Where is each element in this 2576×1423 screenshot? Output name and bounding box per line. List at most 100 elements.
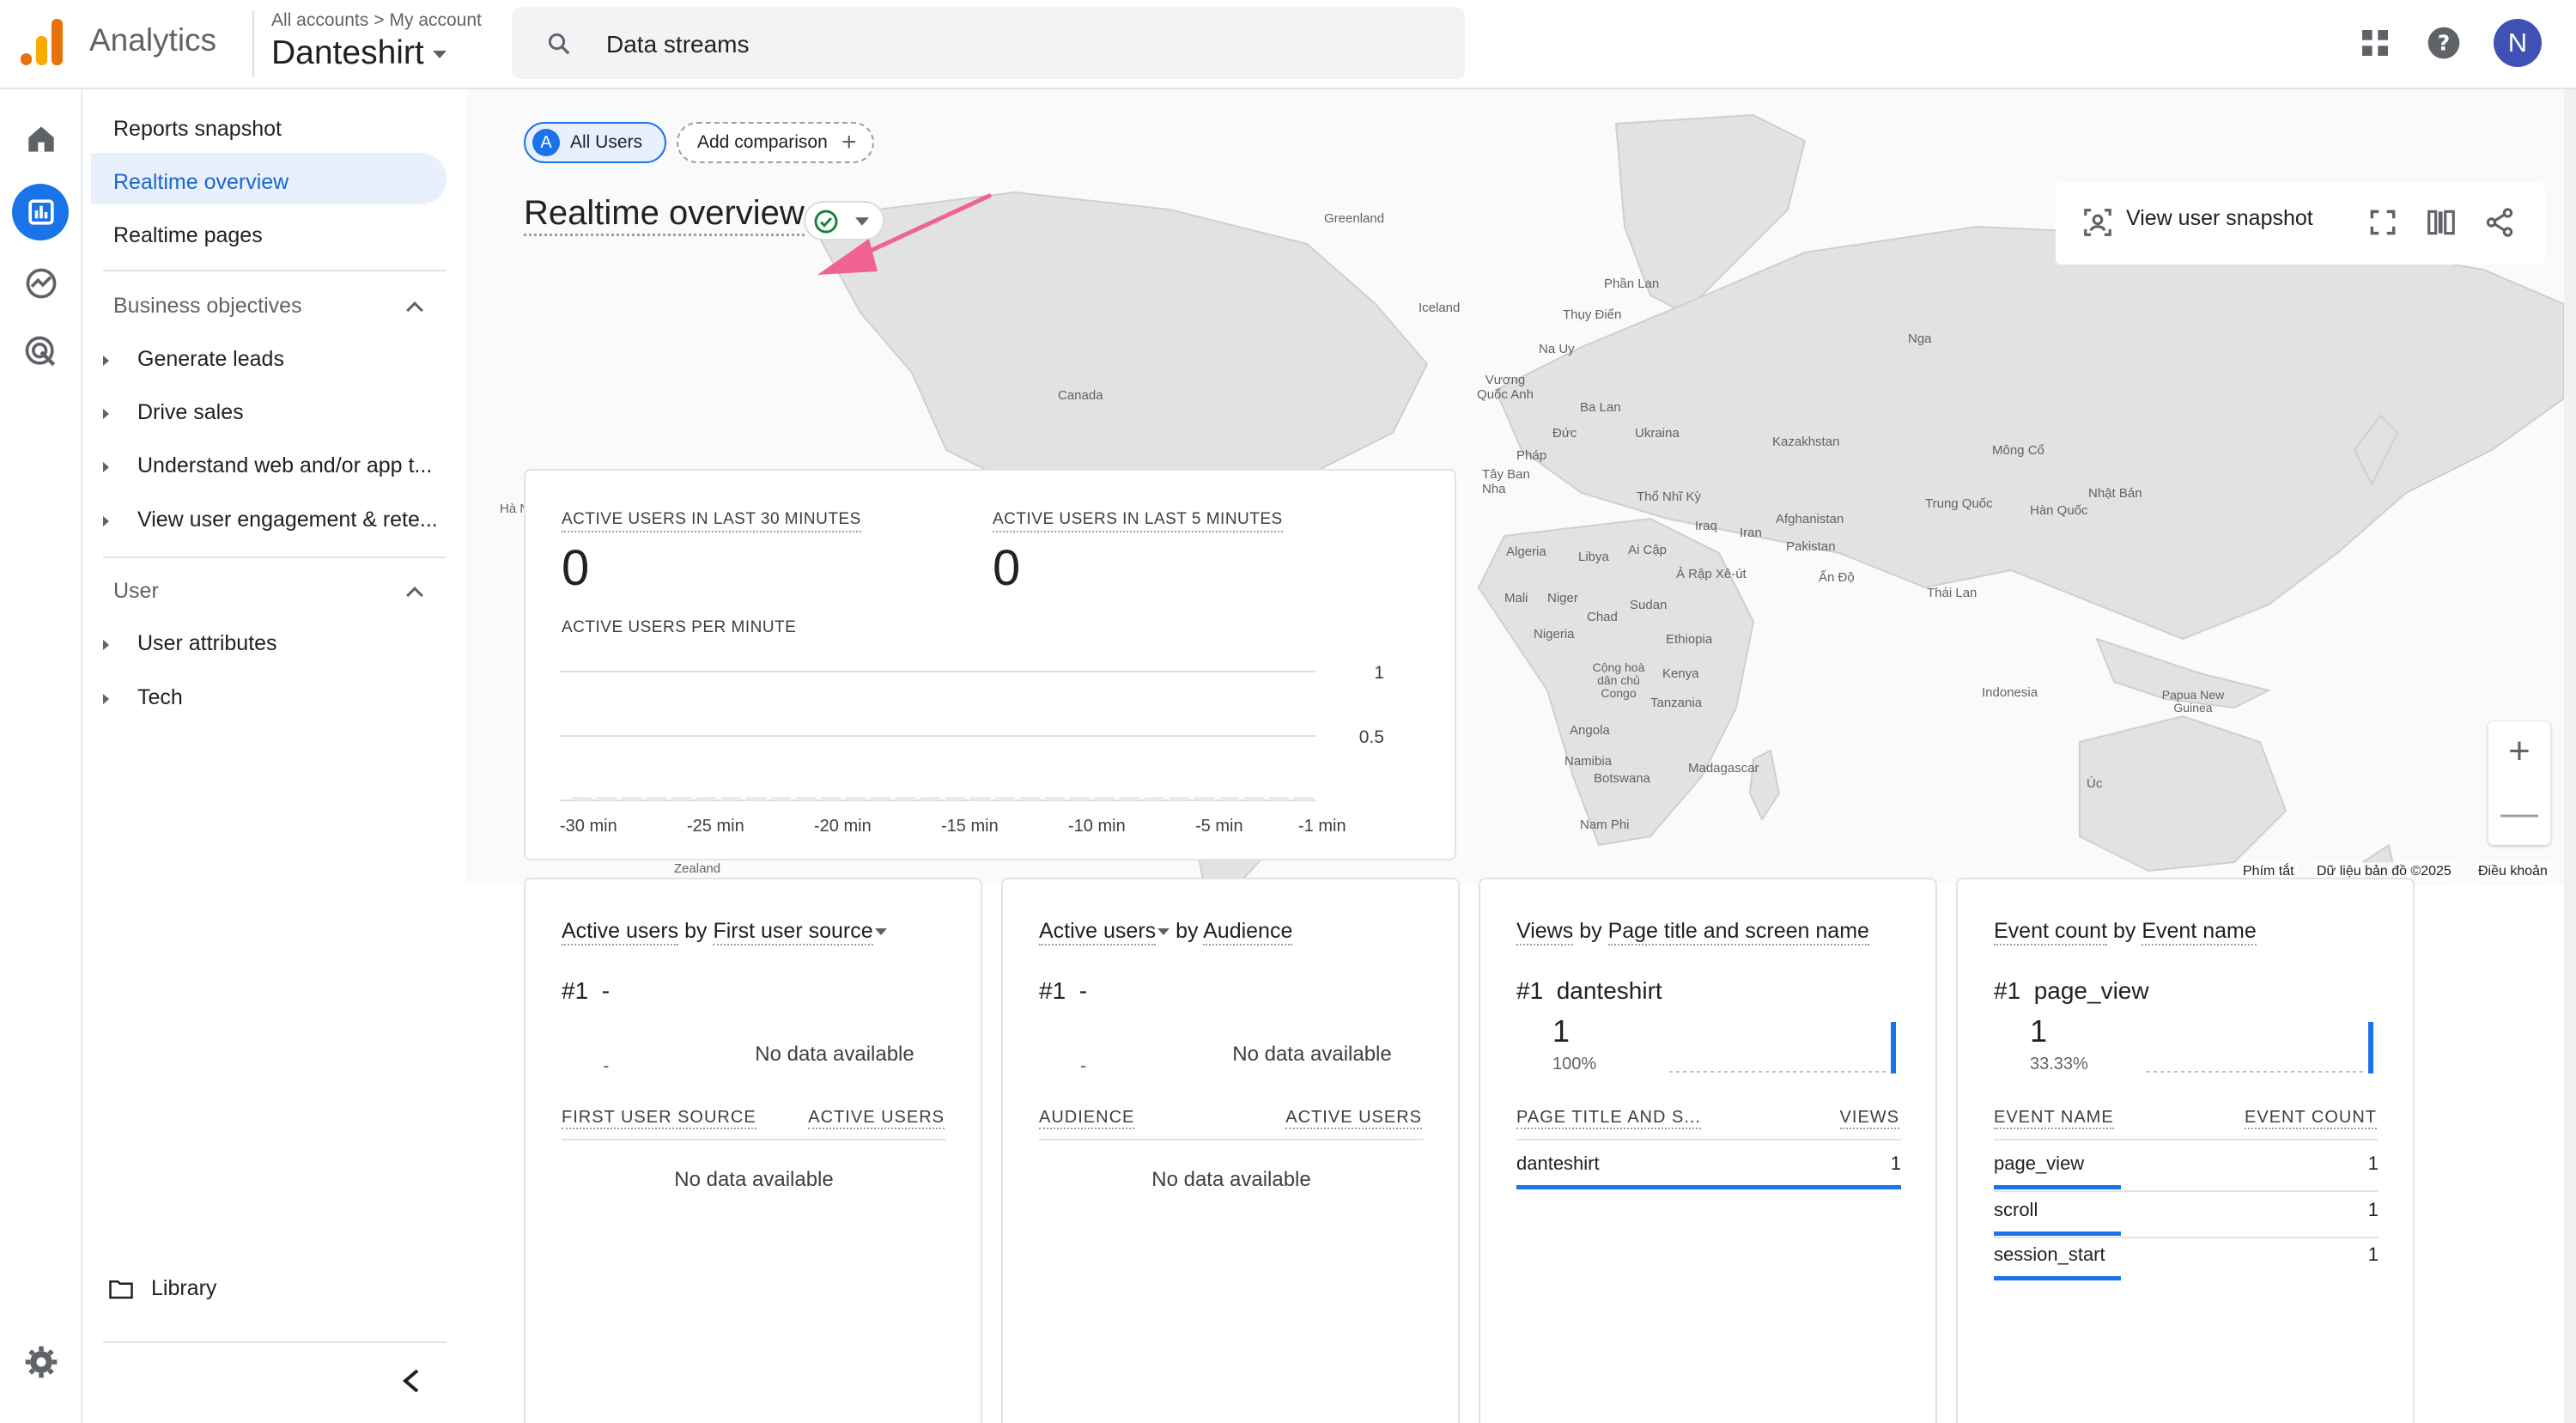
analytics-logo-icon[interactable] [21,19,64,67]
expand-arrow-icon[interactable] [103,356,109,366]
chevron-up-icon[interactable] [406,587,423,604]
map-terms-link[interactable]: Điều khoản [2475,862,2551,881]
side-nav: Reports snapshot Realtime overview Realt… [82,89,465,1423]
avatar[interactable]: N [2494,19,2542,67]
column-header[interactable]: ACTIVE USERS [1285,1108,1422,1129]
user-snapshot-icon[interactable] [2081,206,2114,239]
chart-bar [821,797,841,800]
annotation-arrow-icon [817,193,992,275]
all-users-chip[interactable]: A All Users [524,122,666,163]
compare-columns-icon[interactable] [2425,206,2458,239]
nav-library[interactable]: Library [151,1276,216,1301]
card-metric[interactable]: Active users [1039,919,1157,946]
advertising-icon[interactable] [22,333,60,371]
expand-arrow-icon[interactable] [103,640,109,650]
metric-label-5min[interactable]: ACTIVE USERS IN LAST 5 MINUTES [993,510,1283,532]
card-metric[interactable]: Active users [562,919,679,946]
breadcrumb-my-account[interactable]: My account [390,10,482,30]
settings-gear-icon[interactable] [22,1343,60,1381]
search-icon [548,33,570,55]
nav-view-user-engagement[interactable]: View user engagement & rete... [137,508,447,532]
breadcrumb-all-accounts[interactable]: All accounts [271,10,368,30]
table-row-name[interactable]: page_view [1994,1152,2084,1175]
column-header[interactable]: PAGE TITLE AND S... [1516,1108,1701,1129]
search-input[interactable]: Data streams [606,31,750,58]
table-row-name[interactable]: scroll [1994,1199,2038,1221]
card-by: by [1579,919,1602,943]
chevron-up-icon[interactable] [406,301,423,319]
chart-bar [1294,797,1314,800]
share-icon[interactable] [2483,206,2516,239]
card-metric[interactable]: Views [1516,919,1574,946]
fullscreen-icon[interactable] [2366,206,2399,239]
section-business-objectives[interactable]: Business objectives [113,294,302,319]
card-dimension[interactable]: Page title and screen name [1607,919,1869,946]
card-dimension[interactable]: Event name [2142,919,2257,946]
x-tick-label: -5 min [1195,817,1243,836]
column-header[interactable]: EVENT COUNT [2245,1108,2377,1129]
account-selector[interactable]: Danteshirt [271,34,447,72]
nav-realtime-overview[interactable]: Realtime overview [113,170,289,195]
x-tick-label: -20 min [814,817,872,836]
page-scrollbar[interactable] [2564,89,2576,1423]
apps-grid-icon[interactable] [2358,26,2392,60]
dropdown-arrow-icon[interactable] [874,928,887,936]
nav-generate-leads[interactable]: Generate leads [137,347,447,372]
expand-arrow-icon[interactable] [103,694,109,704]
map-label: Ả Rập Xê-út [1676,567,1747,581]
column-header[interactable]: ACTIVE USERS [808,1108,945,1129]
search-bar[interactable]: Data streams [512,7,1465,79]
nav-drive-sales[interactable]: Drive sales [137,400,447,425]
view-user-snapshot-button[interactable]: View user snapshot [2126,206,2313,231]
expand-arrow-icon[interactable] [103,409,109,419]
table-row-name[interactable]: danteshirt [1516,1152,1600,1175]
card-event-name: Event count by Event name #1 page_view 1… [1956,878,2415,1423]
chart-bar [647,797,666,800]
map-label: Ấn Độ [1819,570,1855,585]
card-rank: #1 - [1039,977,1087,1005]
card-metric[interactable]: Event count [1994,919,2108,946]
nav-user-attributes[interactable]: User attributes [137,631,447,656]
metric-label-30min[interactable]: ACTIVE USERS IN LAST 30 MINUTES [562,510,861,532]
collapse-chevron-icon[interactable] [400,1367,421,1395]
home-icon[interactable] [22,120,60,158]
divider [562,1139,946,1140]
card-rank: #1 danteshirt [1516,977,1662,1005]
folder-icon [109,1280,133,1299]
section-user[interactable]: User [113,579,159,604]
dropdown-arrow-icon[interactable] [1157,928,1170,936]
table-row-value: 1 [2367,1244,2379,1265]
expand-arrow-icon[interactable] [103,462,109,472]
rank-number: #1 [1516,977,1544,1004]
nav-realtime-pages[interactable]: Realtime pages [113,223,263,248]
table-row-name[interactable]: session_start [1994,1244,2105,1266]
card-dimension[interactable]: First user source [713,919,873,946]
zoom-out-button[interactable]: — [2488,783,2550,845]
reports-icon[interactable] [22,193,60,231]
card-title: Views by Page title and screen name [1516,919,1869,946]
card-title: Active users by Audience [1039,919,1293,946]
all-users-label: All Users [570,132,643,152]
nav-tech[interactable]: Tech [137,685,447,710]
map-label: Angola [1570,723,1610,738]
table-no-data-message: No data available [674,1168,834,1191]
column-header[interactable]: EVENT NAME [1994,1108,2114,1129]
zoom-in-button[interactable]: + [2488,721,2550,783]
add-comparison-button[interactable]: Add comparison + [677,122,874,163]
chart-bar [597,797,617,800]
card-audience: Active users by Audience #1 - - No data … [1001,878,1460,1423]
breadcrumb[interactable]: All accounts > My account [271,10,482,31]
expand-arrow-icon[interactable] [103,516,109,526]
card-dimension[interactable]: Audience [1203,919,1293,946]
column-header[interactable]: VIEWS [1839,1108,1899,1129]
nav-reports-snapshot[interactable]: Reports snapshot [113,117,282,142]
map-label: Đức [1552,426,1577,441]
column-header[interactable]: FIRST USER SOURCE [562,1108,756,1129]
explore-icon[interactable] [22,265,60,302]
nav-understand-web-app[interactable]: Understand web and/or app t... [137,453,447,478]
help-icon[interactable]: ? [2427,26,2461,60]
chart-bar [771,797,791,800]
map-label: Niger [1547,591,1578,605]
map-label: Nhật Bản [2088,486,2142,501]
column-header[interactable]: AUDIENCE [1039,1108,1135,1129]
